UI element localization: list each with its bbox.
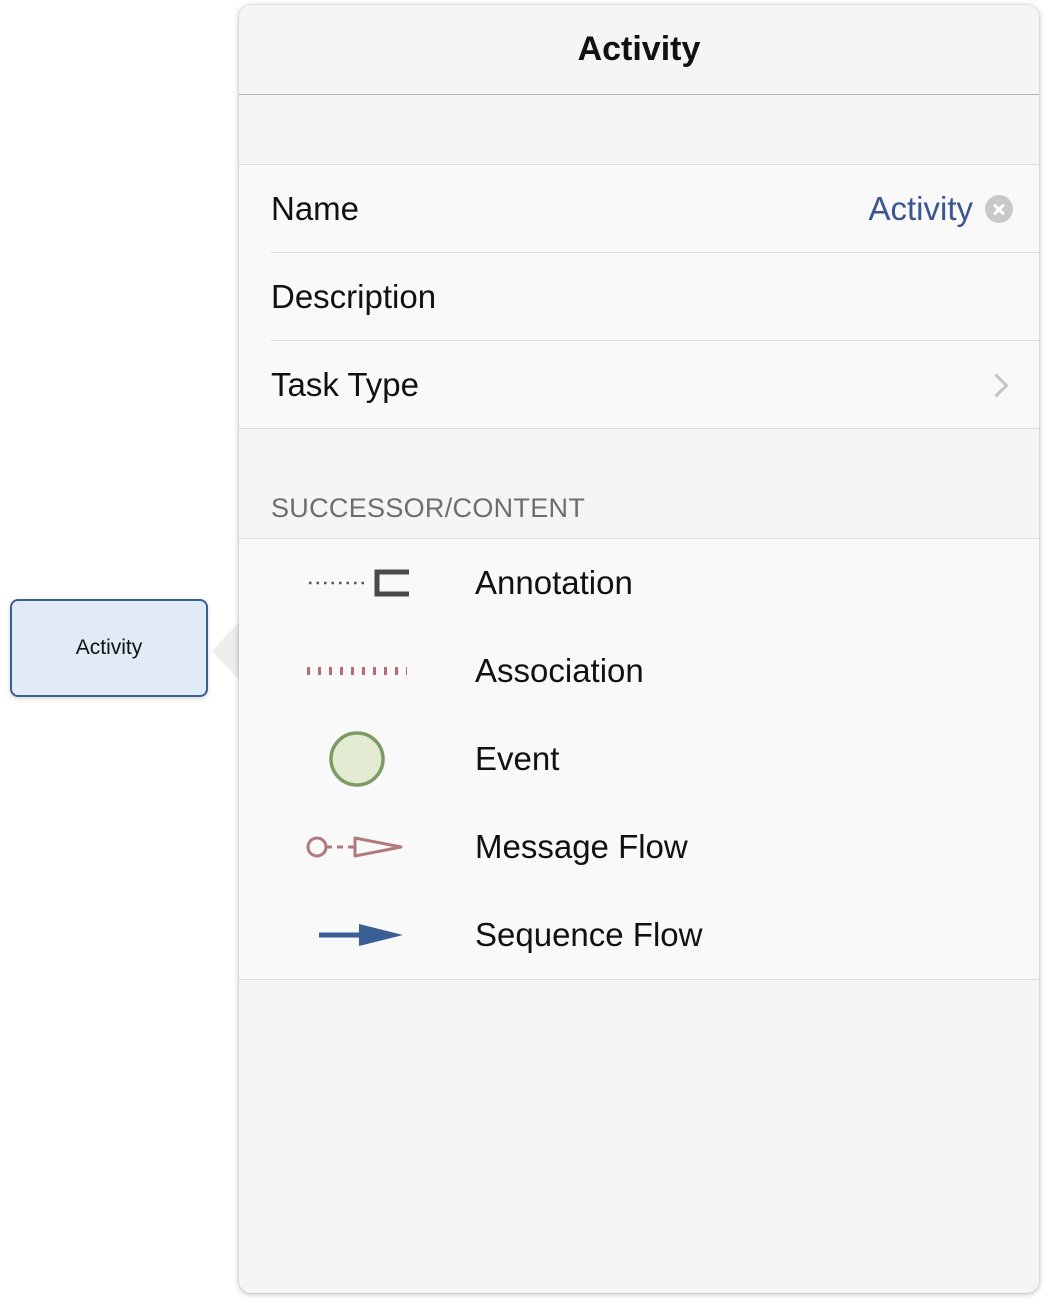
list-bottom-separator — [239, 979, 1039, 980]
nav-bar: Activity — [239, 5, 1039, 95]
canvas: Activity Activity Name Activity Descript… — [0, 0, 1048, 1306]
sequence-flow-icon — [239, 891, 475, 979]
properties-table: Name Activity Description Task Type — [239, 165, 1039, 429]
name-row[interactable]: Name Activity — [239, 165, 1039, 253]
activity-node-label: Activity — [75, 636, 143, 659]
row-separator — [239, 428, 1039, 429]
association-label: Association — [475, 652, 644, 689]
name-field[interactable]: Activity — [868, 190, 973, 228]
popover-arrow — [214, 623, 240, 679]
association-icon — [239, 627, 475, 715]
annotation-icon — [239, 539, 475, 627]
sequence-flow-label: Sequence Flow — [475, 916, 703, 953]
list-item-message-flow[interactable]: Message Flow — [239, 803, 1039, 891]
successor-list: Annotation Association Event Message Flo… — [239, 539, 1039, 980]
task-type-row[interactable]: Task Type — [239, 341, 1039, 429]
description-row[interactable]: Description — [239, 253, 1039, 341]
list-item-event[interactable]: Event — [239, 715, 1039, 803]
section-header-label: SUCCESSOR/CONTENT — [271, 493, 586, 523]
event-icon — [239, 715, 475, 803]
list-item-sequence-flow[interactable]: Sequence Flow — [239, 891, 1039, 979]
popover-title: Activity — [577, 30, 701, 68]
task-type-label: Task Type — [271, 366, 419, 403]
message-flow-icon — [239, 803, 475, 891]
section-header: SUCCESSOR/CONTENT — [239, 429, 1039, 539]
group-spacer — [239, 95, 1039, 165]
list-item-association[interactable]: Association — [239, 627, 1039, 715]
clear-icon[interactable] — [985, 195, 1013, 223]
list-item-annotation[interactable]: Annotation — [239, 539, 1039, 627]
name-label: Name — [271, 190, 360, 227]
description-label: Description — [271, 278, 437, 315]
annotation-label: Annotation — [475, 564, 633, 601]
event-label: Event — [475, 740, 560, 777]
inspector-popover: Activity Name Activity Description Task … — [239, 5, 1039, 1293]
activity-node[interactable]: Activity — [10, 599, 208, 697]
message-flow-label: Message Flow — [475, 828, 688, 865]
chevron-right-icon — [984, 372, 1009, 398]
